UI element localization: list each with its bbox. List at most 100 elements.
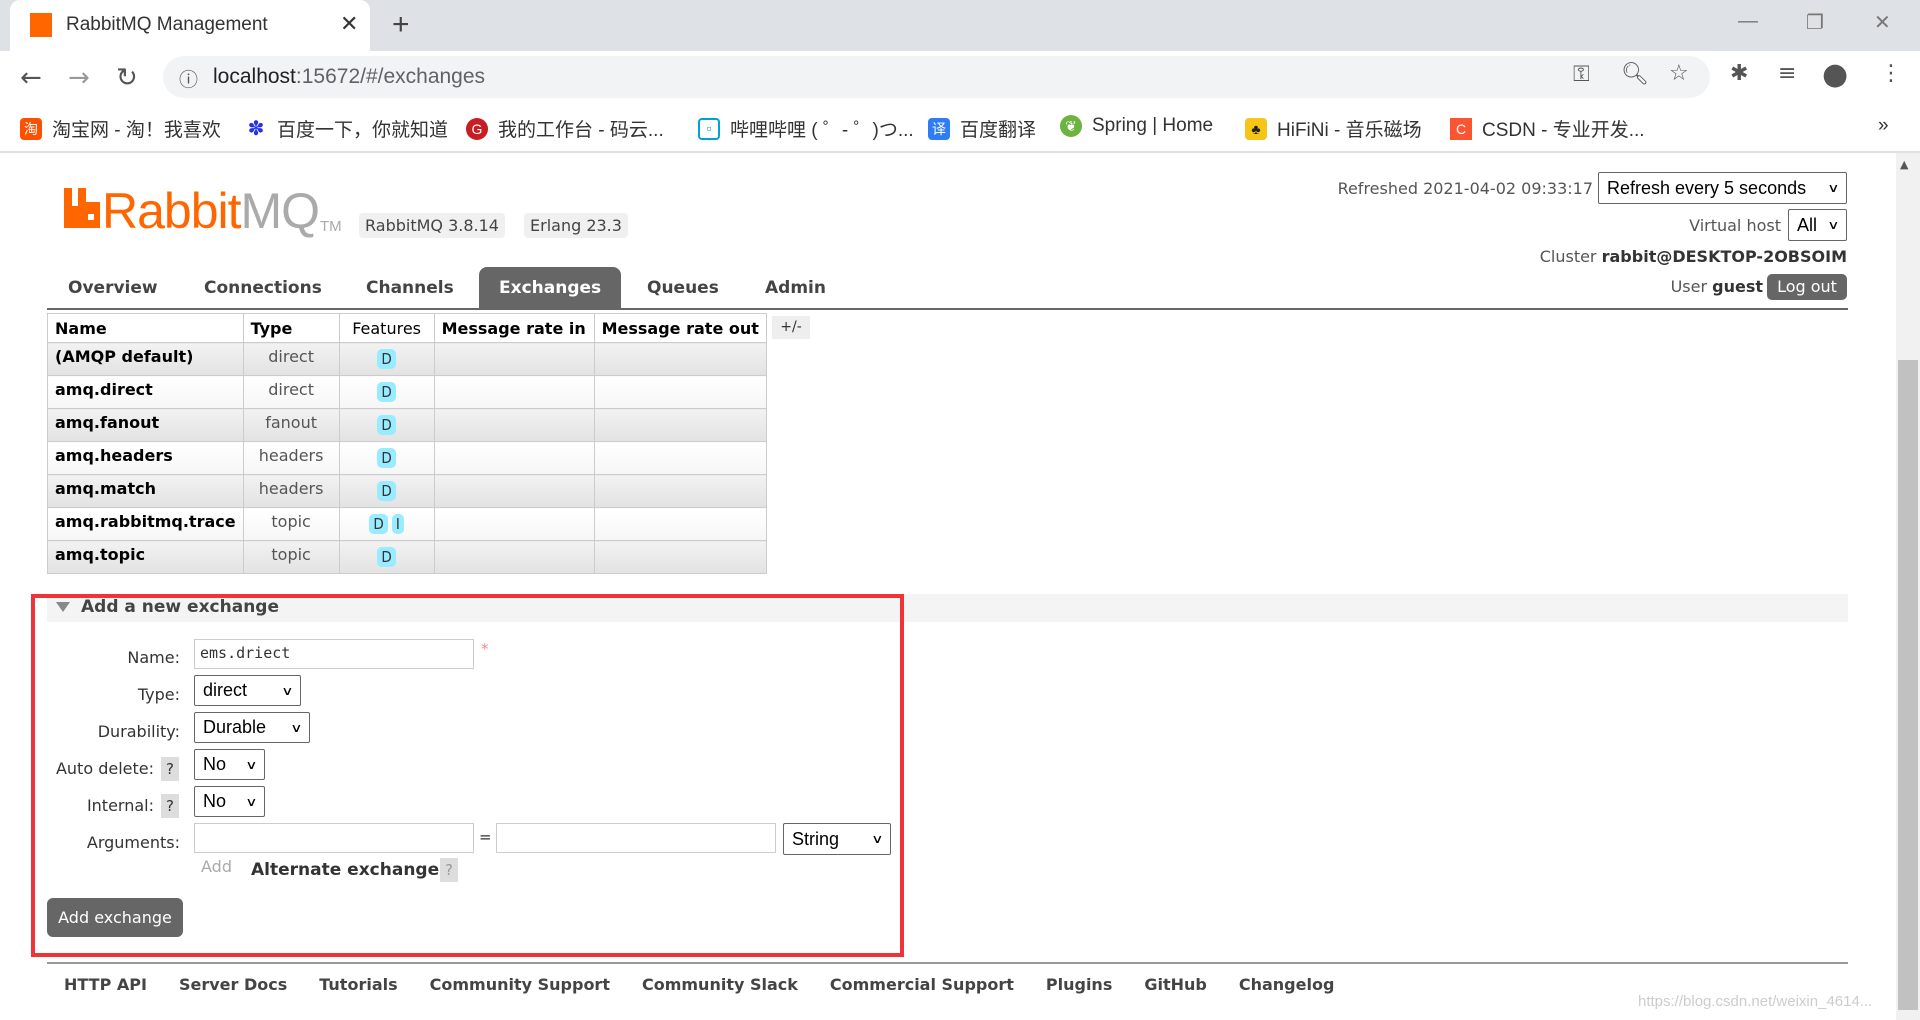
exchange-name-link[interactable]: amq.topic — [47, 540, 244, 574]
internal-help-icon[interactable]: ? — [161, 794, 179, 818]
exchange-type-select[interactable]: direct ∨ — [194, 675, 301, 706]
column-header-name[interactable]: Name — [47, 313, 244, 343]
exchange-name-link[interactable]: amq.direct — [47, 375, 244, 409]
reload-icon[interactable]: ↻ — [116, 63, 138, 93]
forward-icon[interactable]: → — [68, 63, 90, 93]
logo-text-mq: MQ — [240, 183, 321, 239]
tab-overview[interactable]: Overview — [48, 267, 178, 309]
column-header-rate-in[interactable]: Message rate in — [433, 313, 595, 343]
table-row[interactable]: (AMQP default) direct D — [47, 342, 767, 376]
back-icon[interactable]: ← — [20, 63, 42, 93]
argument-key-input[interactable] — [194, 823, 474, 853]
exchange-name-input[interactable]: ems.driect — [194, 639, 474, 669]
hifini-icon: ♣ — [1245, 117, 1267, 140]
csdn-icon: C — [1450, 117, 1472, 140]
address-bar[interactable]: ⓘ localhost:15672/#/exchanges ⚿ 🔍︎ ☆ — [163, 56, 1710, 98]
alternate-exchange-link[interactable]: Alternate exchange — [251, 860, 439, 880]
table-row[interactable]: amq.headers headers D — [47, 441, 767, 475]
footer-link-community-support[interactable]: Community Support — [430, 975, 610, 994]
exchange-name-link[interactable]: (AMQP default) — [47, 342, 244, 376]
erlang-version-badge: Erlang 23.3 — [524, 213, 628, 238]
footer-link-community-slack[interactable]: Community Slack — [642, 975, 798, 994]
column-header-rate-out[interactable]: Message rate out — [593, 313, 767, 343]
footer-link-plugins[interactable]: Plugins — [1046, 975, 1112, 994]
footer-link-commercial-support[interactable]: Commercial Support — [830, 975, 1014, 994]
toggle-columns-button[interactable]: +/- — [772, 316, 810, 339]
bookmark-spring[interactable]: ❦ Spring | Home — [1060, 115, 1213, 137]
key-icon[interactable]: ⚿ — [1573, 62, 1590, 87]
profile-avatar-icon[interactable]: ● — [1822, 57, 1848, 92]
add-argument-link[interactable]: Add — [201, 857, 232, 876]
bookmark-taobao[interactable]: 淘淘宝网 - 淘！我喜欢 — [20, 115, 221, 142]
auto-delete-select[interactable]: No ∨ — [194, 749, 265, 780]
footer-link-tutorials[interactable]: Tutorials — [319, 975, 397, 994]
bookmark-star-icon[interactable]: ☆ — [1669, 61, 1689, 86]
virtual-host-label: Virtual host — [1689, 216, 1781, 235]
exchange-name-link[interactable]: amq.rabbitmq.trace — [47, 507, 244, 541]
tab-exchanges[interactable]: Exchanges — [479, 267, 622, 309]
tab-channels[interactable]: Channels — [346, 267, 474, 309]
table-row[interactable]: amq.match headers D — [47, 474, 767, 508]
exchange-name-link[interactable]: amq.headers — [47, 441, 244, 475]
extensions-icon[interactable]: ✱ — [1730, 61, 1748, 86]
refresh-interval-select[interactable]: Refresh every 5 seconds ∨ — [1598, 172, 1847, 204]
close-tab-icon[interactable]: ✕ — [340, 11, 358, 37]
tab-admin[interactable]: Admin — [745, 267, 846, 309]
auto-delete-help-icon[interactable]: ? — [161, 757, 179, 781]
minimize-icon[interactable]: — — [1738, 10, 1758, 33]
exchange-name-link[interactable]: amq.match — [47, 474, 244, 508]
auto-delete-value: No — [203, 754, 227, 774]
browser-tab[interactable]: RabbitMQ Management ✕ — [10, 0, 370, 51]
bookmark-gitee[interactable]: G 我的工作台 - 码云... — [466, 115, 664, 142]
scroll-up-icon[interactable]: ▲ — [1900, 158, 1908, 171]
internal-select[interactable]: No ∨ — [194, 786, 265, 817]
bookmark-label: 我的工作台 - 码云... — [498, 120, 664, 141]
alternate-exchange-help-icon[interactable]: ? — [440, 858, 458, 882]
argument-type-select[interactable]: String ∨ — [783, 823, 891, 855]
zoom-icon[interactable]: 🔍︎ — [1621, 62, 1649, 87]
exchange-features: D — [338, 540, 435, 574]
bookmark-hifini[interactable]: ♣ HiFiNi - 音乐磁场 — [1245, 115, 1422, 142]
bookmark-baidu-translate[interactable]: 译百度翻译 — [928, 115, 1036, 142]
rabbitmq-version-badge: RabbitMQ 3.8.14 — [359, 213, 505, 238]
tab-connections[interactable]: Connections — [184, 267, 342, 309]
exchange-type: fanout — [242, 408, 340, 442]
table-row[interactable]: amq.direct direct D — [47, 375, 767, 409]
bookmark-bilibili[interactable]: ▫ 哔哩哔哩 ( ゜- ゜)つ... — [698, 115, 914, 142]
new-tab-icon[interactable]: + — [392, 8, 410, 42]
watermark: https://blog.csdn.net/weixin_4614... — [1638, 993, 1873, 1010]
tab-queues[interactable]: Queues — [627, 267, 739, 309]
footer-link-server-docs[interactable]: Server Docs — [179, 975, 287, 994]
add-exchange-button[interactable]: Add exchange — [47, 898, 183, 937]
info-icon[interactable]: ⓘ — [179, 65, 198, 92]
bookmark-label: 百度翻译 — [960, 120, 1037, 141]
virtual-host-select[interactable]: All ∨ — [1788, 209, 1847, 241]
footer-links: HTTP API Server Docs Tutorials Community… — [64, 975, 1334, 994]
exchange-name-link[interactable]: amq.fanout — [47, 408, 244, 442]
cluster-info: Cluster rabbit@DESKTOP-2OBSOIM — [1540, 247, 1847, 266]
type-label: Type: — [137, 685, 180, 704]
menu-icon[interactable]: ⋮ — [1880, 61, 1902, 86]
refreshed-timestamp: Refreshed 2021-04-02 09:33:17 — [1337, 179, 1593, 198]
table-row[interactable]: amq.rabbitmq.trace topic D I — [47, 507, 767, 541]
footer-link-http-api[interactable]: HTTP API — [64, 975, 147, 994]
exchange-features: D — [338, 441, 435, 475]
bookmark-baidu[interactable]: ✽ 百度一下，你就知道 — [245, 115, 448, 142]
spring-icon: ❦ — [1060, 115, 1082, 137]
window-close-icon[interactable]: ✕ — [1874, 10, 1891, 35]
baidu-paw-icon: ✽ — [247, 117, 265, 140]
column-header-type[interactable]: Type — [242, 313, 340, 343]
table-row[interactable]: amq.fanout fanout D — [47, 408, 767, 442]
media-icon[interactable]: ≡ — [1778, 61, 1796, 86]
durability-select[interactable]: Durable ∨ — [194, 712, 310, 743]
argument-value-input[interactable] — [496, 823, 776, 853]
footer-link-changelog[interactable]: Changelog — [1239, 975, 1335, 994]
rabbitmq-logo[interactable]: RabbitMQ TM — [64, 183, 342, 239]
more-bookmarks-icon[interactable]: » — [1878, 115, 1889, 137]
scrollbar-thumb[interactable] — [1898, 360, 1918, 1010]
bookmark-label: 哔哩哔哩 ( ゜- ゜)つ... — [730, 120, 914, 141]
footer-link-github[interactable]: GitHub — [1144, 975, 1207, 994]
table-row[interactable]: amq.topic topic D — [47, 540, 767, 574]
restore-icon[interactable]: ❐ — [1806, 10, 1824, 35]
bookmark-csdn[interactable]: C CSDN - 专业开发... — [1450, 115, 1645, 142]
